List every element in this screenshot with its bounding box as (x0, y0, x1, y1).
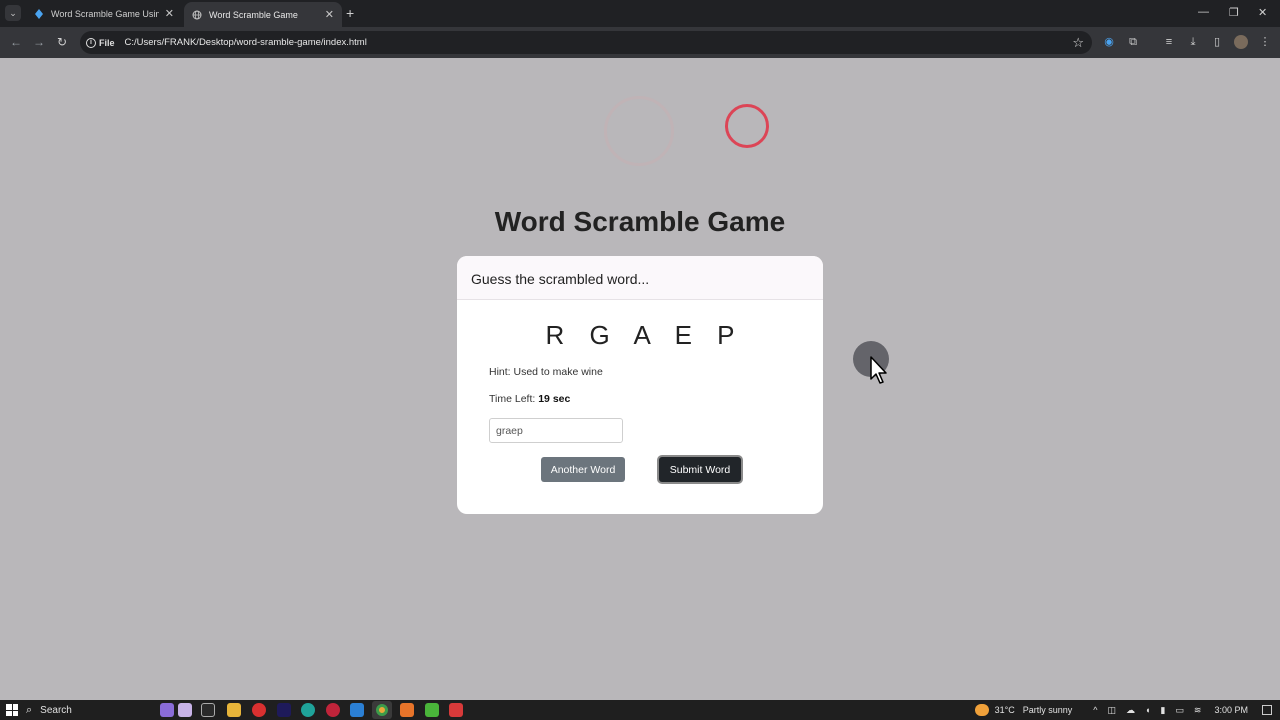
search-label: Search (40, 704, 72, 716)
page-title: Word Scramble Game (494, 206, 786, 237)
taskbar-app-icon[interactable] (425, 703, 439, 717)
globe-icon (192, 10, 202, 19)
opera-icon[interactable] (326, 703, 340, 717)
taskbar-clock[interactable]: 3:00 PM (1214, 705, 1248, 715)
volume-icon[interactable]: ◖ (1145, 705, 1150, 715)
side-panel-icon[interactable]: ▯ (1210, 35, 1224, 49)
submit-word-button[interactable]: Submit Word (659, 457, 741, 482)
task-view-icon[interactable] (201, 703, 215, 717)
another-word-button[interactable]: Another Word (541, 457, 625, 482)
forward-arrow-icon[interactable]: → (33, 35, 45, 49)
tab-title: Word Scramble Game (209, 9, 298, 20)
time-left-label: Time Left: (489, 393, 539, 405)
microphone-icon[interactable]: ▮ (1160, 705, 1165, 716)
search-icon: ⌕ (26, 703, 33, 716)
menu-dots-icon[interactable]: ⋮ (1258, 35, 1272, 49)
browser-toolbar: ← → ↻ i File C:/Users/FRANK/Desktop/word… (0, 27, 1280, 58)
back-arrow-icon[interactable]: ← (10, 35, 22, 49)
edge-icon[interactable] (301, 703, 315, 717)
page-body: Word Scramble Game Guess the scrambled w… (0, 58, 1280, 701)
file-explorer-icon[interactable] (227, 703, 241, 717)
tab-title: Word Scramble Game Using HT (51, 8, 159, 19)
vscode-icon[interactable] (350, 703, 364, 717)
windows-start-icon[interactable] (6, 704, 18, 716)
weather-temp[interactable]: 31°C (995, 705, 1015, 715)
taskbar-app-icon[interactable] (252, 703, 266, 717)
windows-taskbar: ⌕ Search 31°C Partly sunny ^ ◫ ☁ ◖ ▮ ▭ ≋… (0, 700, 1280, 720)
weather-icon[interactable] (974, 704, 989, 716)
taskbar-app-icon[interactable] (160, 703, 174, 717)
taskbar-app-icon[interactable] (449, 703, 463, 717)
address-bar[interactable]: i File C:/Users/FRANK/Desktop/word-sramb… (80, 31, 1092, 54)
chevron-up-icon[interactable]: ^ (1093, 705, 1097, 715)
close-icon[interactable]: ✕ (165, 7, 174, 20)
taskbar-app-icon[interactable] (400, 703, 414, 717)
time-left: Time Left: 19 sec (489, 393, 570, 405)
browser-tab-bar: ⌄ Word Scramble Game Using HT ✕ Word Scr… (0, 0, 1280, 27)
taskbar-search[interactable]: ⌕ Search (26, 702, 72, 718)
profile-avatar[interactable] (1234, 35, 1248, 49)
hint-text: Hint: Used to make wine (489, 366, 603, 378)
info-icon: i (86, 37, 96, 48)
extension-icon[interactable]: ◉ (1102, 35, 1116, 49)
scrambled-word: R G A E P (545, 320, 744, 350)
weather-desc[interactable]: Partly sunny (1023, 705, 1073, 715)
display-icon[interactable]: ▭ (1175, 705, 1184, 716)
decorative-ring (725, 104, 769, 148)
site-info-chip[interactable]: i File (86, 37, 115, 48)
download-icon[interactable]: ⤓ (1186, 35, 1200, 49)
taskbar-app-icon[interactable] (178, 703, 192, 717)
minimize-button[interactable]: — (1198, 6, 1209, 18)
tab-word-scramble-game[interactable]: Word Scramble Game ✕ (184, 2, 342, 27)
time-left-value: 19 sec (538, 393, 571, 405)
media-control-icon[interactable]: ≡ (1162, 35, 1176, 49)
mouse-cursor-icon (870, 356, 887, 384)
notification-icon[interactable] (1262, 705, 1272, 715)
system-tray: 31°C Partly sunny ^ ◫ ☁ ◖ ▮ ▭ ≋ 3:00 PM (974, 700, 1272, 720)
premiere-icon[interactable] (277, 703, 291, 717)
url-text: C:/Users/FRANK/Desktop/word-sramble-game… (124, 37, 367, 48)
close-icon[interactable]: ✕ (325, 8, 334, 21)
tab-favicon-icon (35, 8, 43, 19)
reload-icon[interactable]: ↻ (57, 35, 67, 49)
game-card: Guess the scrambled word... R G A E P Hi… (457, 256, 823, 514)
bookmark-star-icon[interactable]: ☆ (1072, 35, 1084, 51)
tab-search-icon[interactable]: ⌄ (5, 5, 21, 21)
puzzle-icon[interactable]: ⧉ (1126, 35, 1140, 49)
new-tab-button[interactable]: + (346, 6, 354, 20)
network-icon[interactable]: ◫ (1108, 705, 1117, 716)
card-header: Guess the scrambled word... (457, 256, 823, 300)
scheme-label: File (99, 37, 115, 48)
guess-input[interactable] (489, 418, 623, 443)
restore-button[interactable]: ❐ (1229, 6, 1239, 19)
window-close-button[interactable]: ✕ (1258, 6, 1267, 19)
decorative-ring-faint (604, 96, 674, 166)
chrome-icon[interactable] (372, 701, 392, 719)
cloud-icon[interactable]: ☁ (1126, 705, 1135, 716)
wifi-icon[interactable]: ≋ (1194, 705, 1202, 716)
tab-word-scramble-tutorial[interactable]: Word Scramble Game Using HT ✕ (26, 0, 182, 27)
